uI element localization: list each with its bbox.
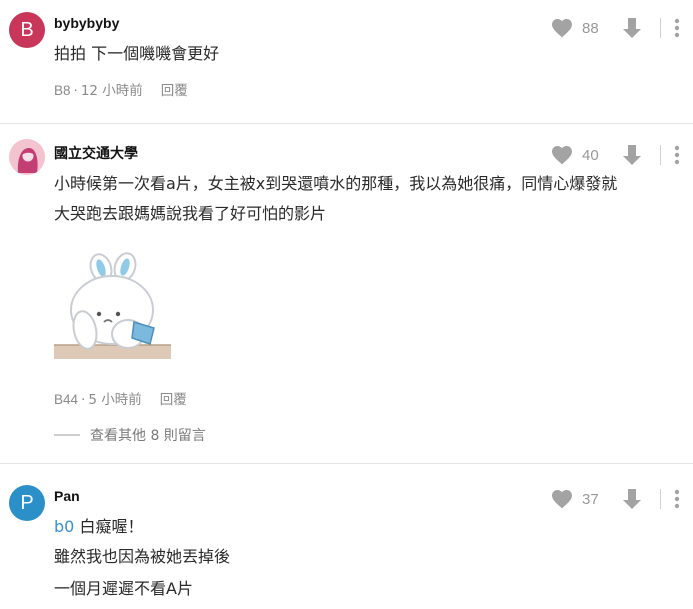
- comment-meta: B44 · 5 小時前 回覆: [54, 392, 187, 408]
- heart-icon[interactable]: [550, 143, 574, 167]
- comment-divider: [0, 463, 693, 464]
- floor-number: B44: [54, 392, 79, 407]
- reply-button[interactable]: 回覆: [161, 83, 188, 99]
- thread-line: [54, 434, 80, 436]
- avatar[interactable]: B: [9, 12, 45, 48]
- arrow-down-icon[interactable]: [620, 487, 644, 511]
- avatar[interactable]: P: [9, 485, 45, 521]
- view-more-replies-label: 查看其他 8 則留言: [90, 428, 206, 444]
- comment-text: 雖然我也因為被她丟掉後: [54, 547, 231, 566]
- comment-text: 大哭跑去跟媽媽說我看了好可怕的影片: [54, 204, 327, 223]
- view-more-replies-button[interactable]: 查看其他 8 則留言: [54, 425, 206, 445]
- comment-text: 小時候第一次看a片，女主被x到哭還噴水的那種，我以為她很痛，同情心爆發就: [54, 174, 618, 193]
- comment-text: 一個月遲遲不看A片: [54, 579, 193, 598]
- arrow-down-icon[interactable]: [620, 16, 644, 40]
- reply-mention-link[interactable]: b0: [54, 517, 74, 536]
- comment-text: b0 白癡喔！: [54, 513, 143, 541]
- avatar-letter: B: [20, 18, 34, 41]
- comment-actions: 40: [550, 141, 685, 169]
- like-count: 37: [582, 490, 599, 508]
- comment-text-line: 白癡喔！: [79, 517, 144, 536]
- action-divider: [660, 489, 661, 509]
- comment-text: 拍拍 下一個嘰嘰會更好: [54, 44, 220, 63]
- floor-number: B8: [54, 83, 71, 98]
- avatar-letter: P: [20, 491, 34, 514]
- action-divider: [660, 18, 661, 38]
- arrow-down-icon[interactable]: [620, 143, 644, 167]
- timestamp: 12 小時前: [80, 83, 143, 99]
- comment-actions: 88: [550, 14, 685, 42]
- comment-divider: [0, 123, 693, 124]
- heart-icon[interactable]: [550, 16, 574, 40]
- reply-button[interactable]: 回覆: [160, 392, 187, 408]
- like-count: 88: [582, 19, 599, 37]
- avatar-figure-icon: [17, 147, 38, 173]
- like-count: 40: [582, 146, 599, 164]
- author-name[interactable]: Pan: [54, 488, 80, 504]
- comment-actions: 37: [550, 485, 685, 513]
- more-vertical-icon[interactable]: [669, 16, 685, 40]
- comment-meta: B8 · 12 小時前 回覆: [54, 83, 188, 99]
- more-vertical-icon[interactable]: [669, 143, 685, 167]
- heart-icon[interactable]: [550, 487, 574, 511]
- avatar[interactable]: [9, 139, 45, 175]
- timestamp: 5 小時前: [88, 392, 142, 408]
- action-divider: [660, 145, 661, 165]
- author-name[interactable]: 國立交通大學: [54, 143, 138, 163]
- bunny-sticker-image[interactable]: [54, 252, 172, 360]
- more-vertical-icon[interactable]: [669, 487, 685, 511]
- author-name[interactable]: bybybyby: [54, 15, 119, 31]
